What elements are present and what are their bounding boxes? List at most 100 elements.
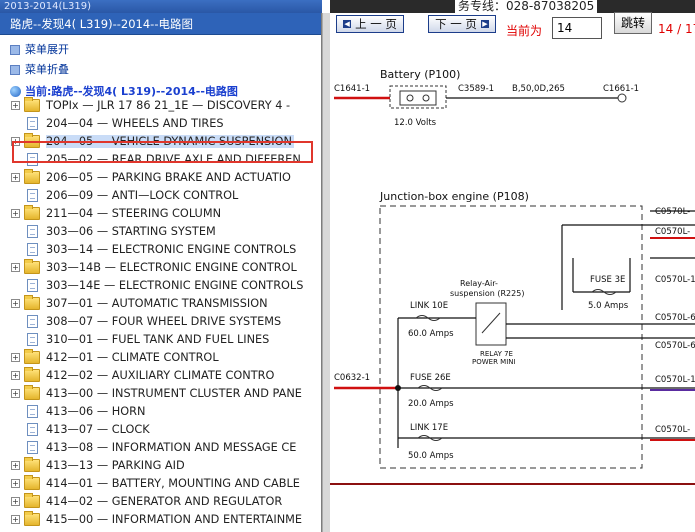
expand-toggle-icon[interactable]: + [11,388,20,398]
tree-item[interactable]: +413—13 — PARKING AID [0,456,321,474]
folder-icon [24,511,40,526]
tree-header: 路虎--发现4( L319)--2014--电路图 [0,13,321,35]
expand-toggle-icon[interactable]: + [11,172,20,182]
tree-item[interactable]: +412—02 — AUXILIARY CLIMATE CONTRO [0,366,321,384]
tree-item[interactable]: 303—14E — ELECTRONIC ENGINE CONTROLS [0,276,321,294]
diagram-viewer: 务专线：028-87038205 ◀ 上 一 页 下 一 页 ▶ 当前为 跳转 … [330,0,695,532]
collapse-menu-icon [10,65,20,75]
tree-item[interactable]: +414—01 — BATTERY, MOUNTING AND CABLE [0,474,321,492]
collapse-all-label: 菜单折叠 [25,63,69,76]
expand-all-label: 菜单展开 [25,43,69,56]
tree-item[interactable]: 303—14 — ELECTRONIC ENGINE CONTROLS [0,240,321,258]
tree-scrollbar[interactable] [322,13,330,532]
tree-item[interactable]: 413—06 — HORN [0,402,321,420]
tree-item[interactable]: +412—01 — CLIMATE CONTROL [0,348,321,366]
connector-c1661: C1661-1 [603,84,639,94]
tree-item-label: 204—04 — WHEELS AND TIRES [46,116,224,130]
relay7e-label-2: POWER MINI [472,358,516,366]
connector-c3589: C3589-1 [458,84,494,94]
jump-button[interactable]: 跳转 [614,12,652,34]
tree-item[interactable]: 308—07 — FOUR WHEEL DRIVE SYSTEMS [0,312,321,330]
document-icon [27,405,38,418]
folder-icon [24,169,40,184]
viewer-toolbar: 务专线：028-87038205 ◀ 上 一 页 下 一 页 ▶ 当前为 跳转 … [330,0,695,48]
tree-item[interactable]: 204—04 — WHEELS AND TIRES [0,114,321,132]
expand-toggle-icon[interactable]: + [11,478,20,488]
tree-item[interactable]: 413—08 — INFORMATION AND MESSAGE CE [0,438,321,456]
document-icon [27,243,38,256]
document-icon [27,189,38,202]
tree-item[interactable]: 303—06 — STARTING SYSTEM [0,222,321,240]
tree-item-label: 413—00 — INSTRUMENT CLUSTER AND PANE [46,386,302,400]
tree-item-label: 205—02 — REAR DRIVE AXLE AND DIFFEREN [46,152,301,166]
current-page-label: 当前为 [506,24,543,38]
tree-item[interactable]: +307—01 — AUTOMATIC TRANSMISSION [0,294,321,312]
tree-item-label: 415—00 — INFORMATION AND ENTERTAINME [46,512,303,526]
arrow-right-icon: ▶ [480,20,489,28]
tree-item[interactable]: +303—14B — ELECTRONIC ENGINE CONTROL [0,258,321,276]
window-title-strip: 2013-2014(L319) [0,0,322,13]
expand-toggle-icon[interactable]: + [11,100,20,110]
expand-toggle-icon[interactable]: + [11,298,20,308]
document-icon [27,333,38,346]
fuse3e-amps: 5.0 Amps [588,301,629,311]
document-icon [27,279,38,292]
expand-all-button[interactable]: 菜单展开 [10,40,321,60]
collapse-all-button[interactable]: 菜单折叠 [10,60,321,80]
tree-item-label: 414—02 — GENERATOR AND REGULATOR [46,494,283,508]
expand-toggle-icon[interactable]: + [11,370,20,380]
tree-item-label: 413—08 — INFORMATION AND MESSAGE CE [46,440,297,454]
tree-item[interactable]: +204—05 — VEHICLE DYNAMIC SUSPENSION [0,132,321,150]
tree-ops: 菜单展开 菜单折叠 [0,35,321,85]
tree-item[interactable]: +206—05 — PARKING BRAKE AND ACTUATIO [0,168,321,186]
expand-toggle-icon[interactable]: + [11,208,20,218]
connector-c0570-d: C0570L-6 [655,313,695,323]
prev-page-label: 上 一 页 [355,17,397,31]
document-icon [27,225,38,238]
tree-list: + TOPIx — JLR 17 86 21_1E — DISCOVERY 4 -… [0,96,321,528]
tree-item-label: 303—14B — ELECTRONIC ENGINE CONTROL [46,260,297,274]
tree-item-label: 211—04 — STEERING COLUMN [46,206,222,220]
tree-item[interactable]: +211—04 — STEERING COLUMN [0,204,321,222]
wire-spec-label: B,50,0D,265 [512,84,565,94]
tree-item[interactable]: + TOPIx — JLR 17 86 21_1E — DISCOVERY 4 - [0,96,321,114]
battery-title: Battery (P100) [380,68,460,81]
tree-item[interactable]: +414—02 — GENERATOR AND REGULATOR [0,492,321,510]
tree-item[interactable]: +413—00 — INSTRUMENT CLUSTER AND PANE [0,384,321,402]
tree-item-label: 310—01 — FUEL TANK AND FUEL LINES [46,332,270,346]
expand-toggle-icon[interactable]: + [11,514,20,524]
tree-item-label: 412—01 — CLIMATE CONTROL [46,350,219,364]
tree-item-label: 413—13 — PARKING AID [46,458,185,472]
tree-panel: 路虎--发现4( L319)--2014--电路图 菜单展开 菜单折叠 当前:路… [0,13,322,532]
tree-item[interactable]: 310—01 — FUEL TANK AND FUEL LINES [0,330,321,348]
tree-item-label: TOPIx — JLR 17 86 21_1E — DISCOVERY 4 - [46,98,291,112]
next-page-button[interactable]: 下 一 页 ▶ [428,15,496,33]
expand-toggle-icon[interactable]: + [11,352,20,362]
tree-item[interactable]: 205—02 — REAR DRIVE AXLE AND DIFFEREN [0,150,321,168]
prev-page-button[interactable]: ◀ 上 一 页 [336,15,404,33]
link10e-amps: 60.0 Amps [408,329,454,339]
tree-item-label: 206—05 — PARKING BRAKE AND ACTUATIO [46,170,291,184]
expand-toggle-icon[interactable]: + [11,496,20,506]
page-number-input[interactable] [552,17,602,39]
folder-icon [24,349,40,364]
expand-toggle-icon[interactable]: + [11,136,20,146]
expand-toggle-icon[interactable]: + [11,262,20,272]
link17e-amps: 50.0 Amps [408,451,454,461]
folder-icon [24,457,40,472]
tree-item-label: 308—07 — FOUR WHEEL DRIVE SYSTEMS [46,314,282,328]
hotline-text: 务专线：028-87038205 [455,0,598,14]
tree-item[interactable]: +415—00 — INFORMATION AND ENTERTAINME [0,510,321,528]
relay7e-label-1: RELAY 7E [480,350,513,358]
tree-item[interactable]: 206—09 — ANTI—LOCK CONTROL [0,186,321,204]
expand-toggle-icon[interactable]: + [11,460,20,470]
document-icon [27,423,38,436]
connector-c1641: C1641-1 [334,84,370,94]
tree-item[interactable]: 413—07 — CLOCK [0,420,321,438]
folder-icon [24,295,40,310]
tree-item-label: 303—06 — STARTING SYSTEM [46,224,216,238]
tree-item-label: 206—09 — ANTI—LOCK CONTROL [46,188,239,202]
document-icon [27,315,38,328]
folder-icon [24,367,40,382]
document-icon [27,441,38,454]
